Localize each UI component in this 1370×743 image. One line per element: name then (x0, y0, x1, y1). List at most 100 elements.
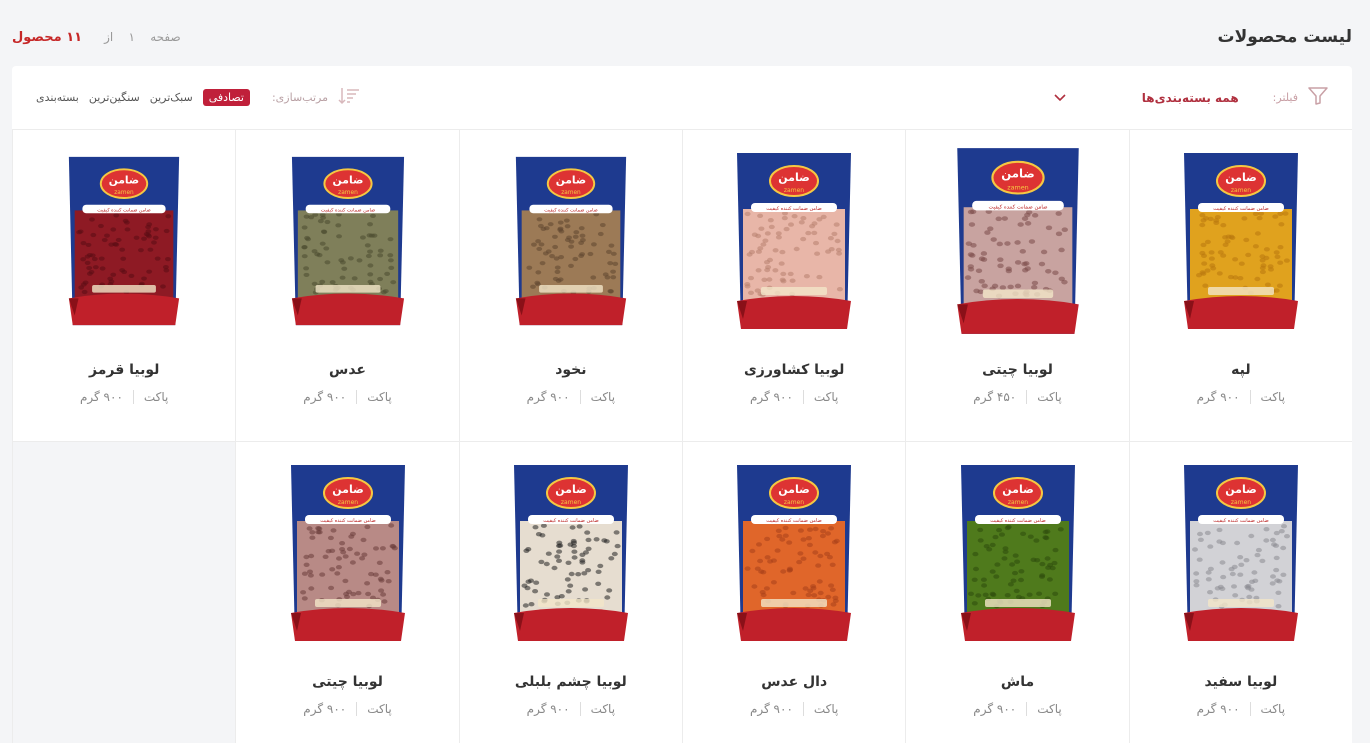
product-card[interactable]: ضامن zamen ضامن ضمانت کننده کیفیت لپه پاک… (1128, 130, 1352, 442)
product-image[interactable]: ضامن zamen ضامن ضمانت کننده کیفیت (512, 130, 630, 342)
sort-option-packaging[interactable]: بسته‌بندی (36, 91, 79, 104)
product-name[interactable]: دال عدس (761, 674, 827, 690)
page-header: لیست محصولات صفحه ۱ از ۱۱ محصول (12, 22, 1352, 52)
product-weight: ۹۰۰ گرم (1196, 702, 1240, 716)
page-title: لیست محصولات (1217, 27, 1352, 47)
product-card[interactable]: ضامن zamen ضامن ضمانت کننده کیفیت لوبیا … (1128, 442, 1352, 743)
sort-option-random[interactable]: تصادفی (202, 89, 250, 106)
chevron-down-icon[interactable] (1054, 93, 1066, 102)
pack-brand: ضامن (332, 483, 363, 496)
product-meta: پاکت ۹۰۰ گرم (527, 390, 615, 404)
product-weight: ۹۰۰ گرم (749, 702, 793, 716)
pack-ribbon: ضامن ضمانت کننده کیفیت (766, 518, 821, 524)
product-meta: پاکت ۹۰۰ گرم (1197, 390, 1285, 404)
product-image[interactable]: ضامن zamen ضامن ضمانت کننده کیفیت (1180, 442, 1302, 654)
pack-ribbon: ضامن ضمانت کننده کیفیت (988, 203, 1048, 210)
sort-icon (338, 87, 360, 109)
page-number: ۱ (128, 30, 135, 44)
pack-brand: ضامن (778, 171, 809, 184)
product-image[interactable]: ضامن zamen ضامن ضمانت کننده کیفیت (953, 130, 1083, 342)
meta-divider (1249, 390, 1251, 404)
product-meta: پاکت ۹۰۰ گرم (750, 390, 838, 404)
sort-option-heaviest[interactable]: سنگین‌ترین (89, 91, 140, 104)
product-name[interactable]: نخود (555, 362, 586, 378)
pack-brand-latin: zamen (338, 190, 358, 196)
meta-divider (802, 702, 804, 716)
product-weight: ۴۵۰ گرم (973, 390, 1017, 404)
pack-ribbon: ضامن ضمانت کننده کیفیت (1213, 518, 1268, 524)
meta-divider (802, 390, 804, 404)
pack-brand-latin: zamen (1007, 184, 1028, 191)
pack-ribbon: ضامن ضمانت کننده کیفیت (320, 207, 374, 213)
product-card[interactable]: ضامن zamen ضامن ضمانت کننده کیفیت دال عد… (682, 442, 905, 743)
product-card[interactable]: ضامن zamen ضامن ضمانت کننده کیفیت لوبیا … (682, 130, 906, 442)
product-package: پاکت (1260, 390, 1286, 404)
product-weight: ۹۰۰ گرم (79, 390, 123, 404)
product-image[interactable]: ضامن zamen ضامن ضمانت کننده کیفیت (1180, 130, 1302, 342)
product-card[interactable]: ضامن zamen ضامن ضمانت کننده کیفیت عدس پاک… (235, 130, 459, 442)
pack-ribbon: ضامن ضمانت کننده کیفیت (1213, 206, 1268, 212)
page-word: صفحه (150, 30, 181, 44)
product-card[interactable]: ضامن zamen ضامن ضمانت کننده کیفیت لوبیا … (235, 442, 458, 743)
pack-brand: ضامن (778, 483, 809, 496)
product-image[interactable]: ضامن zamen ضامن ضمانت کننده کیفیت (288, 130, 408, 342)
sort-option-lightest[interactable]: سبک‌ترین (150, 91, 193, 104)
product-image[interactable]: ضامن zamen ضامن ضمانت کننده کیفیت (287, 442, 409, 654)
pack-brand: ضامن (1001, 167, 1035, 182)
product-image[interactable]: ضامن zamen ضامن ضمانت کننده کیفیت (733, 442, 855, 654)
product-name[interactable]: لوبیا چیتی (982, 362, 1053, 378)
product-name[interactable]: لوبیا کشاورزی (744, 362, 844, 378)
product-image[interactable]: ضامن zamen ضامن ضمانت کننده کیفیت (65, 130, 183, 342)
product-name[interactable]: لپه (1231, 362, 1250, 378)
product-package: پاکت (813, 702, 839, 716)
product-package: پاکت (367, 390, 392, 404)
meta-divider (1249, 702, 1251, 716)
product-meta: پاکت ۹۰۰ گرم (1197, 702, 1285, 716)
meta-divider (579, 702, 581, 716)
product-count: ۱۱ محصول (12, 29, 83, 45)
product-image[interactable]: ضامن zamen ضامن ضمانت کننده کیفیت (733, 130, 855, 342)
product-name[interactable]: عدس (329, 362, 366, 378)
product-meta: پاکت ۴۵۰ گرم (973, 390, 1062, 404)
product-meta: پاکت ۹۰۰ گرم (80, 390, 168, 404)
sort-control: مرتب‌سازی: تصادفی سبک‌ترین سنگین‌ترین بس… (36, 87, 360, 109)
product-package: پاکت (813, 390, 839, 404)
pack-ribbon: ضامن ضمانت کننده کیفیت (320, 518, 375, 524)
pack-brand-latin: zamen (1007, 499, 1027, 506)
product-weight: ۹۰۰ گرم (303, 702, 347, 716)
product-package: پاکت (1260, 702, 1286, 716)
sort-label: مرتب‌سازی: (271, 91, 328, 104)
product-package: پاکت (590, 390, 616, 404)
pack-brand-latin: zamen (561, 499, 581, 506)
product-card[interactable]: ضامن zamen ضامن ضمانت کننده کیفیت لوبیا … (905, 130, 1129, 442)
pack-brand-latin: zamen (1231, 187, 1251, 194)
product-weight: ۹۰۰ گرم (749, 390, 793, 404)
filter-select[interactable]: همه بسته‌بندی‌ها (1142, 91, 1239, 105)
product-meta: پاکت ۹۰۰ گرم (303, 390, 392, 404)
product-package: پاکت (1037, 702, 1062, 716)
pack-brand: ضامن (556, 175, 586, 187)
pack-brand: ضامن (1002, 483, 1033, 496)
product-weight: ۹۰۰ گرم (526, 702, 570, 716)
product-grid: ضامن zamen ضامن ضمانت کننده کیفیت لپه پاک… (12, 130, 1352, 743)
product-package: پاکت (367, 702, 392, 716)
product-card[interactable]: ضامن zamen ضامن ضمانت کننده کیفیت لوبیا … (458, 442, 682, 743)
product-name[interactable]: لوبیا سفید (1204, 674, 1277, 690)
pack-ribbon: ضامن ضمانت کننده کیفیت (97, 207, 151, 213)
product-image[interactable]: ضامن zamen ضامن ضمانت کننده کیفیت (510, 442, 632, 654)
product-image[interactable]: ضامن zamen ضامن ضمانت کننده کیفیت (957, 442, 1079, 654)
product-name[interactable]: لوبیا قرمز (89, 362, 159, 378)
pack-brand: ضامن (1225, 483, 1256, 496)
empty-grid-cell (12, 442, 236, 743)
product-package: پاکت (143, 390, 169, 404)
product-card[interactable]: ضامن zamen ضامن ضمانت کننده کیفیت ماش پاک… (905, 442, 1128, 743)
product-card[interactable]: ضامن zamen ضامن ضمانت کننده کیفیت لوبیا … (12, 130, 236, 442)
product-card[interactable]: ضامن zamen ضامن ضمانت کننده کیفیت نخود پا… (458, 130, 683, 442)
filter-control[interactable]: فیلتر: همه بسته‌بندی‌ها (1054, 86, 1328, 109)
meta-divider (1026, 702, 1028, 716)
pack-brand: ضامن (1225, 171, 1256, 184)
product-name[interactable]: لوبیا چشم بلبلی (515, 674, 627, 690)
product-name[interactable]: لوبیا چیتی (312, 674, 383, 690)
product-name[interactable]: ماش (1001, 674, 1034, 690)
pack-brand-latin: zamen (784, 499, 804, 506)
